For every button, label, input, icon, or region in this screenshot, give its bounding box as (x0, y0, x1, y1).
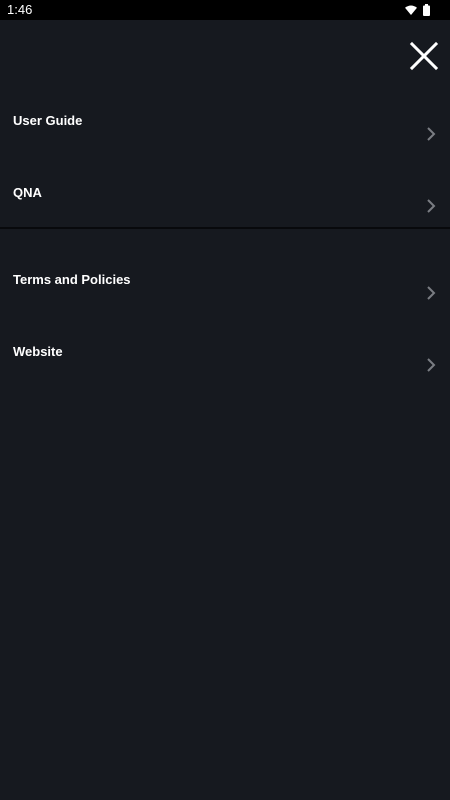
section-divider (0, 227, 450, 229)
chevron-right-icon (427, 358, 436, 372)
status-time: 1:46 (7, 2, 33, 17)
battery-icon (423, 4, 430, 16)
menu-item-qna[interactable]: QNA (0, 185, 450, 257)
menu-item-user-guide[interactable]: User Guide (0, 113, 450, 185)
menu-item-terms-and-policies[interactable]: Terms and Policies (0, 272, 450, 344)
menu-item-label: QNA (13, 185, 42, 200)
menu-item-label: Website (13, 344, 63, 359)
menu-item-label: User Guide (13, 113, 83, 128)
chevron-right-icon (427, 286, 436, 300)
wifi-icon (405, 5, 417, 15)
chevron-right-icon (427, 127, 436, 141)
close-button[interactable] (406, 40, 442, 72)
status-icons (405, 3, 430, 17)
close-icon (409, 41, 439, 71)
chevron-right-icon (427, 199, 436, 213)
app-screen: 1:46 User Guide QNA Terms and Policies W… (0, 0, 450, 800)
status-bar: 1:46 (0, 0, 450, 20)
menu-item-website[interactable]: Website (0, 344, 450, 416)
menu-item-label: Terms and Policies (13, 272, 131, 287)
